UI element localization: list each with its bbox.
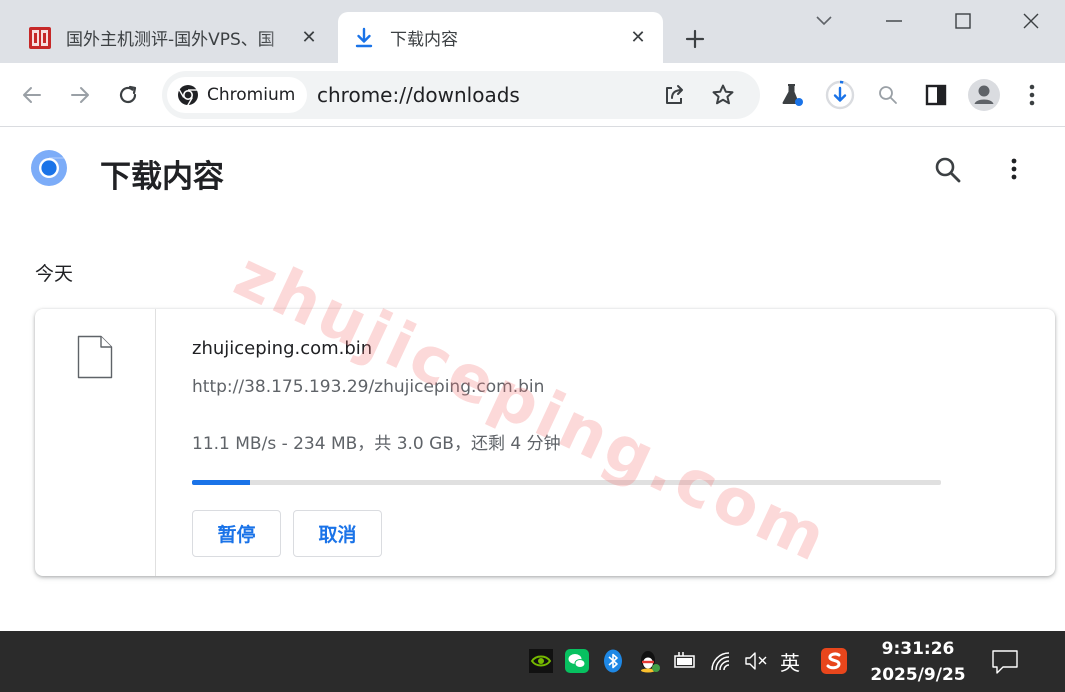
chromium-icon: [178, 85, 198, 106]
wifi-icon: [711, 652, 730, 671]
bookmark-button[interactable]: [707, 79, 739, 111]
taskbar-clock[interactable]: 9:31:26 2025/9/25: [862, 636, 974, 688]
kebab-menu-icon: [1029, 84, 1035, 106]
clock-date: 2025/9/25: [870, 665, 966, 685]
address-bar[interactable]: Chromium chrome://downloads: [162, 71, 760, 119]
qq-penguin-icon: [641, 651, 660, 673]
close-icon: [1023, 13, 1039, 29]
back-button[interactable]: [14, 77, 50, 113]
url-text[interactable]: chrome://downloads: [317, 83, 520, 107]
avatar-icon: [968, 79, 1000, 111]
download-icon: [355, 27, 373, 47]
plus-icon: [685, 29, 705, 49]
nvidia-icon: [529, 649, 553, 673]
search-icon: [935, 157, 961, 183]
labs-button[interactable]: [774, 77, 810, 113]
chromium-logo-icon: [31, 150, 67, 186]
pause-button[interactable]: 暂停: [192, 510, 281, 557]
download-progress-bar: [192, 480, 941, 485]
chevron-down-icon: [816, 16, 832, 26]
close-tab-icon[interactable]: ✕: [627, 27, 649, 49]
volume-tray-icon[interactable]: [743, 648, 769, 674]
tab-search-button[interactable]: [809, 6, 839, 36]
minimize-icon: [886, 20, 902, 22]
close-tab-icon[interactable]: ✕: [298, 27, 320, 49]
profile-button[interactable]: [966, 77, 1002, 113]
download-progress-icon: [825, 80, 855, 110]
page-title: 下载内容: [100, 159, 224, 195]
forward-button[interactable]: [62, 77, 98, 113]
maximize-button[interactable]: [948, 6, 978, 36]
wechat-icon: [565, 649, 589, 673]
bluetooth-icon: [604, 649, 622, 673]
wechat-tray-icon[interactable]: [564, 648, 590, 674]
ime-indicator[interactable]: 英: [780, 647, 800, 676]
battery-plug-icon: [674, 652, 695, 668]
browser-toolbar: Chromium chrome://downloads: [0, 63, 1065, 127]
search-icon: [879, 86, 897, 104]
flask-icon: [782, 84, 803, 106]
search-downloads-button[interactable]: [932, 154, 964, 186]
share-button[interactable]: [658, 79, 690, 111]
side-panel-icon: [925, 84, 947, 106]
tab-title: 国外主机测评-国外VPS、国: [66, 30, 275, 50]
file-icon: [77, 335, 113, 379]
maximize-icon: [955, 13, 971, 29]
notification-center-button[interactable]: [990, 647, 1020, 677]
sogou-ime-tray-icon[interactable]: [821, 648, 847, 674]
minimize-button[interactable]: [879, 6, 909, 36]
wifi-tray-icon[interactable]: [709, 648, 735, 674]
arrow-right-icon: [71, 87, 89, 103]
date-section-label: 今天: [35, 263, 74, 285]
sogou-icon: [821, 648, 847, 674]
downloads-header: 下载内容: [0, 127, 1065, 217]
download-file-name[interactable]: zhujiceping.com.bin: [192, 338, 372, 359]
arrow-left-icon: [23, 87, 41, 103]
notification-icon: [992, 650, 1018, 674]
download-progress-fill: [192, 480, 251, 485]
star-icon: [712, 84, 734, 105]
share-icon: [666, 85, 683, 104]
battery-tray-icon[interactable]: [672, 648, 698, 674]
tab-downloads[interactable]: 下载内容 ✕: [338, 12, 663, 63]
card-divider: [155, 309, 156, 576]
site-info-chip[interactable]: Chromium: [167, 77, 308, 113]
qq-tray-icon[interactable]: [636, 648, 662, 674]
kebab-menu-icon: [1011, 158, 1017, 180]
cancel-button[interactable]: 取消: [293, 510, 382, 557]
site-favicon-icon: [29, 26, 51, 49]
reload-button[interactable]: [110, 77, 146, 113]
nvidia-tray-icon[interactable]: [528, 648, 554, 674]
reload-icon: [119, 85, 137, 104]
side-panel-button[interactable]: [918, 77, 954, 113]
browser-menu-button[interactable]: [1014, 77, 1050, 113]
bluetooth-tray-icon[interactable]: [600, 648, 626, 674]
taskbar: 英 9:31:26 2025/9/25: [0, 631, 1065, 692]
tab-title: 下载内容: [390, 30, 458, 50]
close-window-button[interactable]: [1016, 6, 1046, 36]
volume-muted-icon: [745, 652, 767, 670]
clock-time: 9:31:26: [881, 639, 955, 659]
new-tab-button[interactable]: [678, 22, 712, 56]
download-source-url[interactable]: http://38.175.193.29/zhujiceping.com.bin: [192, 377, 544, 397]
site-info-label: Chromium: [207, 85, 296, 105]
zoom-button[interactable]: [870, 77, 906, 113]
download-item-card: zhujiceping.com.bin http://38.175.193.29…: [35, 309, 1055, 576]
downloads-menu-button[interactable]: [1002, 154, 1026, 186]
downloads-button[interactable]: [822, 77, 858, 113]
download-status-text: 11.1 MB/s - 234 MB，共 3.0 GB，还剩 4 分钟: [192, 434, 561, 454]
tab-strip: 国外主机测评-国外VPS、国 ✕ 下载内容 ✕: [0, 0, 1065, 63]
tab-zhujiceping[interactable]: 国外主机测评-国外VPS、国 ✕: [14, 12, 334, 63]
